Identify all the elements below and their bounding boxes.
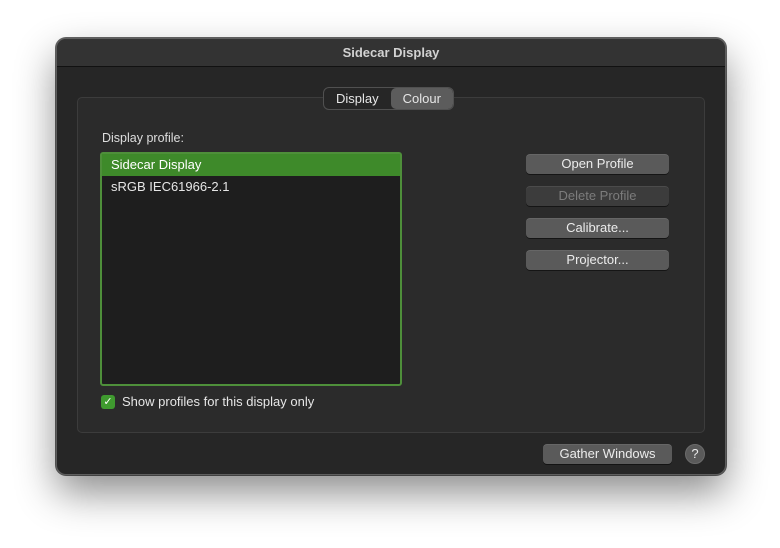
open-profile-button[interactable]: Open Profile <box>526 154 669 174</box>
list-item[interactable]: Sidecar Display <box>102 154 400 176</box>
window-title: Sidecar Display <box>342 45 440 60</box>
show-profiles-label[interactable]: Show profiles for this display only <box>122 394 314 409</box>
title-bar[interactable]: Sidecar Display <box>57 39 725 67</box>
delete-profile-button: Delete Profile <box>526 186 669 206</box>
help-button[interactable]: ? <box>685 444 705 464</box>
display-profile-label: Display profile: <box>102 131 184 145</box>
tab-bar: Display Colour <box>323 87 454 110</box>
tab-display[interactable]: Display <box>324 88 391 109</box>
question-mark-icon: ? <box>691 446 699 461</box>
tab-colour[interactable]: Colour <box>390 88 453 109</box>
list-item[interactable]: sRGB IEC61966-2.1 <box>102 176 400 198</box>
calibrate-button[interactable]: Calibrate... <box>526 218 669 238</box>
show-profiles-checkbox[interactable]: ✓ <box>101 394 115 409</box>
profile-list[interactable]: Sidecar Display sRGB IEC61966-2.1 <box>100 152 402 386</box>
gather-windows-button[interactable]: Gather Windows <box>543 444 672 464</box>
projector-button[interactable]: Projector... <box>526 250 669 270</box>
checkmark-icon: ✓ <box>103 395 113 408</box>
show-profiles-checkbox-row[interactable]: ✓ Show profiles for this display only <box>101 394 314 409</box>
sidecar-display-window: Sidecar Display Display Colour Display p… <box>56 38 726 475</box>
